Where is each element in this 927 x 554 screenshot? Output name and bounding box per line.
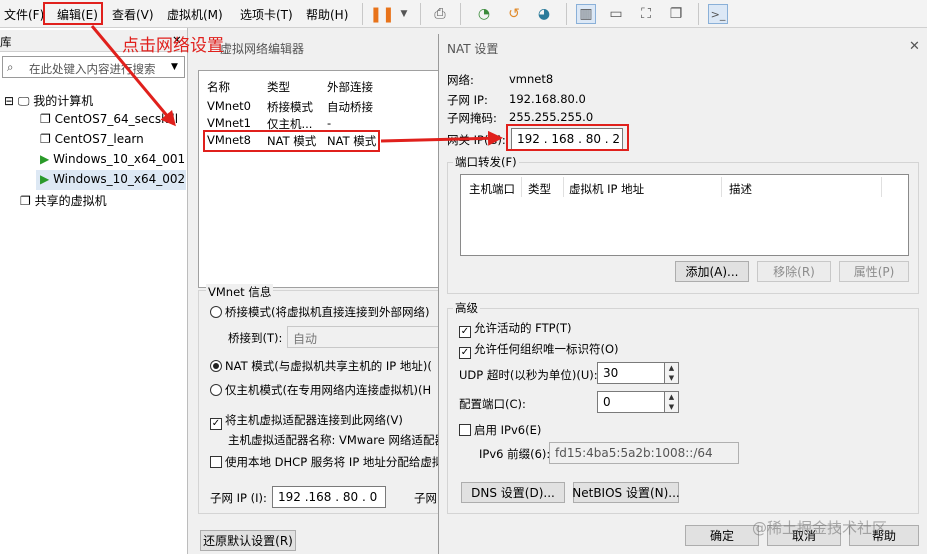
snapshot-manager-icon[interactable]: ◕	[534, 4, 554, 24]
search-icon: ⌕	[7, 60, 14, 74]
search-placeholder: 在此处键入内容进行搜索	[29, 62, 156, 76]
connect-adapter-checkbox[interactable]: ✓ 将主机虚拟适配器连接到此网络(V)	[210, 412, 403, 430]
network-label: 网络:	[447, 73, 474, 87]
pf-col-desc: 描述	[729, 182, 752, 196]
vmnet8-highlight-box	[203, 130, 380, 152]
shared-vm-icon: ❐	[20, 194, 31, 208]
advanced-title: 高级	[453, 300, 480, 316]
allow-ftp-checkbox[interactable]: ✓ 允许活动的 FTP(T)	[459, 320, 572, 338]
nat-subnet-mask-label: 子网掩码:	[447, 111, 497, 125]
config-port-label: 配置端口(C):	[459, 397, 526, 411]
menu-file[interactable]: 文件(F)	[4, 6, 44, 23]
network-value: vmnet8	[509, 72, 554, 86]
col-name: 名称	[207, 80, 230, 94]
table-row[interactable]: VMnet1 仅主机... -	[199, 116, 447, 131]
properties-button[interactable]: 属性(P)	[839, 261, 909, 282]
vm-icon: ❐	[40, 112, 51, 126]
gateway-label: 网关 IP(G):	[447, 133, 506, 147]
subnet-mask-label: 子网	[414, 491, 437, 505]
unity-icon[interactable]: ❐	[666, 4, 686, 24]
nat-subnet-ip-label: 子网 IP:	[447, 93, 488, 107]
tree-vm-item[interactable]: ▶ Windows_10_x64_001	[40, 152, 185, 166]
ok-button[interactable]: 确定	[685, 525, 759, 546]
udp-spin-icon[interactable]: ▲ ▼	[665, 362, 679, 384]
dns-settings-button[interactable]: DNS 设置(D)...	[461, 482, 565, 503]
revert-snapshot-icon[interactable]: ↺	[504, 4, 524, 24]
virtual-network-editor: 虚拟网络编辑器 名称 类型 外部连接 VMnet0 桥接模式 自动桥接 VMne…	[190, 28, 448, 554]
ipv6-prefix-input[interactable]: fd15:4ba5:5a2b:1008::/64	[549, 442, 739, 464]
port-forward-title: 端口转发(F)	[453, 154, 519, 170]
menu-view[interactable]: 查看(V)	[112, 6, 154, 23]
fullscreen-icon[interactable]: ⛶	[636, 4, 656, 24]
remove-button[interactable]: 移除(R)	[757, 261, 831, 282]
enable-ipv6-checkbox[interactable]: 启用 IPv6(E)	[459, 422, 541, 438]
ipv6-prefix-label: IPv6 前缀(6):	[479, 447, 551, 461]
annotation-text: 点击网络设置	[122, 36, 224, 56]
menu-help[interactable]: 帮助(H)	[306, 6, 348, 23]
add-button[interactable]: 添加(A)...	[675, 261, 749, 282]
console-icon[interactable]: >_	[708, 4, 728, 24]
gateway-highlight-box	[506, 124, 629, 151]
vm-running-icon: ▶	[40, 172, 50, 186]
udp-timeout-input[interactable]: 30	[597, 362, 665, 384]
subnet-ip-label: 子网 IP (I):	[210, 491, 267, 505]
send-keys-icon[interactable]: ⎙	[430, 4, 450, 24]
bridge-to-select[interactable]: 自动	[287, 326, 447, 348]
udp-timeout-label: UDP 超时(以秒为单位)(U):	[459, 368, 598, 382]
menu-bar: 文件(F) 编辑(E) 查看(V) 虚拟机(M) 选项卡(T) 帮助(H) ❚❚…	[0, 0, 927, 28]
nat-subnet-ip-value: 192.168.80.0	[509, 92, 586, 106]
close-icon[interactable]: ✕	[909, 39, 920, 54]
vm-running-icon: ▶	[40, 152, 50, 166]
nat-settings-dialog: NAT 设置 ✕ 网络: vmnet8 子网 IP: 192.168.80.0 …	[438, 34, 927, 554]
tree-vm-item-selected[interactable]: ▶ Windows_10_x64_002	[36, 170, 186, 190]
library-panel: 库 ✕ ⌕ 在此处键入内容进行搜索 ▼ ⊟ 🖵 我的计算机 ❐ CentOS7_…	[0, 28, 188, 554]
nat-title: NAT 设置	[447, 42, 499, 56]
library-title: 库	[0, 35, 12, 49]
pause-icon[interactable]: ❚❚	[369, 4, 394, 24]
tree-my-computer[interactable]: ⊟ 🖵 我的计算机	[4, 92, 93, 109]
table-row[interactable]: VMnet0 桥接模式 自动桥接	[199, 99, 447, 115]
nat-radio[interactable]: NAT 模式(与虚拟机共享主机的 IP 地址)(	[210, 358, 432, 374]
edit-highlight-box	[43, 2, 103, 25]
restore-defaults-button[interactable]: 还原默认设置(R)	[200, 530, 296, 551]
chevron-down-icon[interactable]: ▼	[394, 4, 414, 24]
chevron-down-icon[interactable]: ▼	[171, 62, 178, 72]
vne-title: 虚拟网络编辑器	[220, 42, 305, 56]
thumbnail-icon[interactable]: ▭	[606, 4, 626, 24]
vm-icon: ❐	[40, 132, 51, 146]
allow-org-id-checkbox[interactable]: ✓ 允许任何组织唯一标识符(O)	[459, 341, 619, 359]
collapse-icon[interactable]: ⊟	[4, 94, 14, 108]
watermark: @稀土掘金技术社区	[752, 519, 888, 537]
menu-tabs[interactable]: 选项卡(T)	[240, 6, 293, 23]
config-port-input[interactable]: 0	[597, 391, 665, 413]
bridge-radio[interactable]: 桥接模式(将虚拟机直接连接到外部网络)	[210, 304, 429, 320]
computer-icon: 🖵	[17, 94, 30, 108]
port-forward-table: 主机端口 类型 虚拟机 IP 地址 描述	[460, 174, 909, 256]
tree-shared-vms[interactable]: ❐ 共享的虚拟机	[20, 192, 107, 209]
subnet-ip-input[interactable]: 192 .168 . 80 . 0	[272, 486, 386, 508]
vnet-table: 名称 类型 外部连接 VMnet0 桥接模式 自动桥接 VMnet1 仅主机..…	[198, 70, 448, 288]
config-port-spin-icon[interactable]: ▲ ▼	[665, 391, 679, 413]
tree-vm-item[interactable]: ❐ CentOS7_64_secskill	[40, 112, 178, 126]
pf-col-type: 类型	[528, 182, 551, 196]
vmnet-info-title: VMnet 信息	[206, 284, 274, 300]
adapter-name-text: 主机虚拟适配器名称: VMware 网络适配器	[228, 433, 446, 447]
pf-col-host-port: 主机端口	[469, 182, 515, 196]
library-view-icon[interactable]: ▥	[576, 4, 596, 24]
library-search[interactable]: ⌕ 在此处键入内容进行搜索 ▼	[2, 56, 185, 78]
pf-col-vm-ip: 虚拟机 IP 地址	[569, 182, 645, 196]
col-type: 类型	[267, 80, 290, 94]
tree-vm-item[interactable]: ❐ CentOS7_learn	[40, 132, 144, 146]
nat-subnet-mask-value: 255.255.255.0	[509, 110, 594, 124]
netbios-settings-button[interactable]: NetBIOS 设置(N)...	[572, 482, 680, 503]
menu-vm[interactable]: 虚拟机(M)	[167, 6, 223, 23]
col-external: 外部连接	[327, 80, 373, 94]
bridge-to-label: 桥接到(T):	[228, 331, 283, 345]
snapshot-icon[interactable]: ◔	[474, 4, 494, 24]
host-only-radio[interactable]: 仅主机模式(在专用网络内连接虚拟机)(H	[210, 382, 431, 398]
dhcp-checkbox[interactable]: 使用本地 DHCP 服务将 IP 地址分配给虚拟	[210, 454, 443, 470]
vmnet-info-group	[198, 290, 448, 514]
